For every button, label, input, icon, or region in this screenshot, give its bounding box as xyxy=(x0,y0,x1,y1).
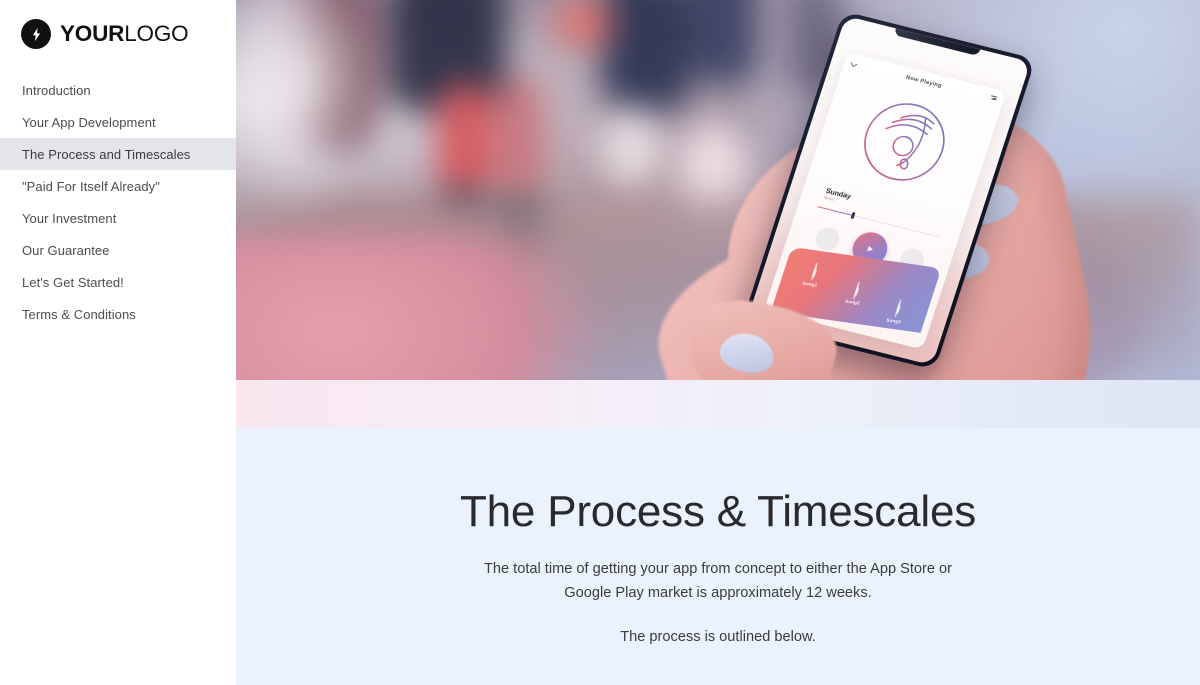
sidebar-item-your-app-development[interactable]: Your App Development xyxy=(0,106,236,138)
sidebar-item-paid-for-itself-already[interactable]: "Paid For Itself Already" xyxy=(0,170,236,202)
now-playing-label: Now Playing xyxy=(905,72,944,88)
page-title: The Process & Timescales xyxy=(459,487,977,536)
sidebar: YOURLOGO Introduction Your App Developme… xyxy=(0,0,236,685)
intro-paragraph-2: The process is outlined below. xyxy=(620,628,816,645)
main-area: Now Playing Sunday Music Song1 Song2 Son… xyxy=(236,0,1200,685)
song-item[interactable]: Song1 xyxy=(792,261,835,288)
proposal-page: YOURLOGO Introduction Your App Developme… xyxy=(0,0,1200,685)
brand-text: YOURLOGO xyxy=(60,20,189,46)
chevron-down-icon[interactable] xyxy=(851,59,859,66)
sidebar-item-introduction[interactable]: Introduction xyxy=(0,74,236,106)
brand-name-light: LOGO xyxy=(124,20,189,46)
hero-image: Now Playing Sunday Music Song1 Song2 Son… xyxy=(236,0,1200,380)
song-item[interactable]: Song2 xyxy=(834,279,877,306)
play-triangle-icon xyxy=(867,245,875,253)
sidebar-item-the-process-and-timescales[interactable]: The Process and Timescales xyxy=(0,138,236,170)
song-item[interactable]: Song3 xyxy=(876,298,919,325)
sidebar-nav: Introduction Your App Development The Pr… xyxy=(0,74,236,330)
song-thumbnail-icon xyxy=(894,299,903,318)
previous-button[interactable] xyxy=(812,224,843,252)
sidebar-item-terms-and-conditions[interactable]: Terms & Conditions xyxy=(0,298,236,330)
vinyl-record-icon xyxy=(835,80,973,208)
hamburger-menu-icon[interactable] xyxy=(991,94,998,101)
lightning-bolt-icon xyxy=(21,19,51,49)
brand-name-strong: YOUR xyxy=(60,20,125,46)
sidebar-item-our-guarantee[interactable]: Our Guarantee xyxy=(0,234,236,266)
progress-fill xyxy=(817,205,853,216)
content-section: The Process & Timescales The total time … xyxy=(236,428,1200,685)
sidebar-item-lets-get-started[interactable]: Let's Get Started! xyxy=(0,266,236,298)
song-thumbnail-icon xyxy=(810,262,819,281)
progress-handle[interactable] xyxy=(850,211,856,219)
sidebar-item-your-investment[interactable]: Your Investment xyxy=(0,202,236,234)
gradient-divider xyxy=(236,380,1200,428)
intro-paragraph-1: The total time of getting your app from … xyxy=(483,561,953,602)
brand-logo[interactable]: YOURLOGO xyxy=(0,0,236,49)
song-thumbnail-icon xyxy=(852,280,861,300)
